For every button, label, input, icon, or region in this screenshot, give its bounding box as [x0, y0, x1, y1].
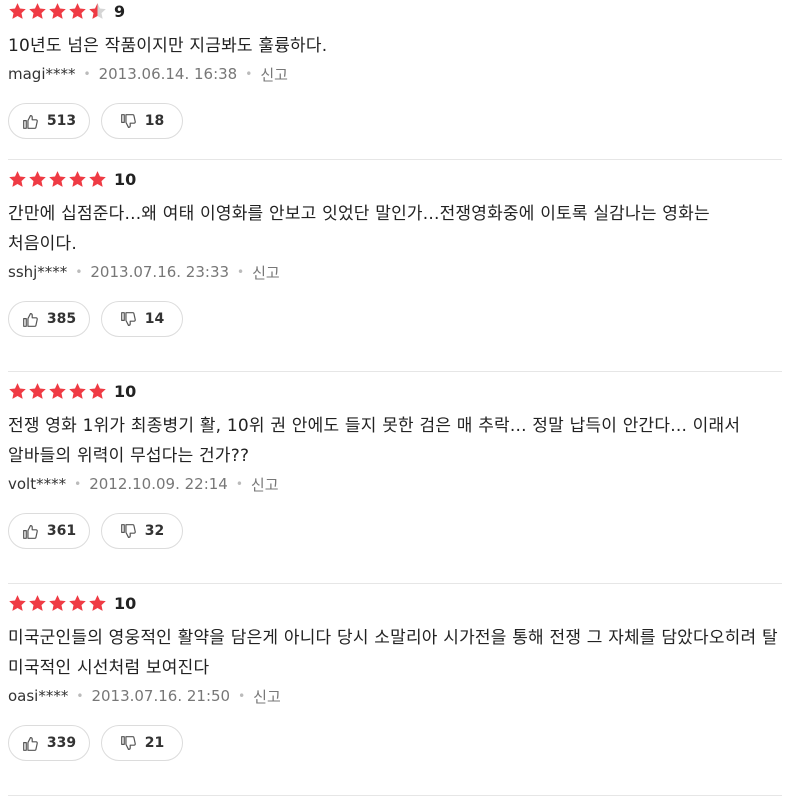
like-button[interactable]: 361 [8, 513, 90, 549]
separator-dot: • [76, 689, 84, 703]
star-icon [89, 382, 106, 399]
report-link[interactable]: 신고 [260, 64, 288, 85]
separator-dot: • [237, 265, 245, 279]
star-rating [8, 382, 108, 401]
like-count: 339 [46, 735, 77, 751]
review-text: 미국군인들의 영웅적인 활약을 담은게 아니다 당시 소말리아 시가전을 통해 … [8, 628, 778, 678]
thumbs-up-icon [22, 524, 38, 539]
star-icon [69, 170, 86, 187]
review-text: 전쟁 영화 1위가 최종병기 활, 10위 권 안에도 들지 못한 검은 매 추… [8, 416, 741, 466]
rating-line: 9 [8, 0, 782, 22]
separator-dot: • [235, 477, 243, 491]
review-meta: magi**** • 2013.06.14. 16:38 • 신고 [8, 61, 782, 87]
review-text: 10년도 넘은 작품이지만 지금봐도 훌륭하다. [8, 36, 328, 56]
review-item: 10 전쟁 영화 1위가 최종병기 활, 10위 권 안에도 들지 못한 검은 … [8, 372, 782, 584]
author-name[interactable]: volt**** [8, 475, 66, 493]
star-rating [8, 594, 108, 613]
thumbs-down-icon [120, 523, 136, 538]
review-list: 9 10년도 넘은 작품이지만 지금봐도 훌륭하다. magi**** • 20… [0, 0, 790, 796]
separator-dot: • [238, 689, 246, 703]
review-date: 2013.06.14. 16:38 [98, 65, 238, 83]
like-button[interactable]: 339 [8, 725, 90, 761]
star-icon [9, 594, 26, 611]
review-meta: oasi**** • 2013.07.16. 21:50 • 신고 [8, 683, 782, 709]
like-button[interactable]: 385 [8, 301, 90, 337]
like-button[interactable]: 513 [8, 103, 90, 139]
star-icon [29, 2, 46, 19]
rating-score: 10 [114, 169, 137, 189]
vote-buttons: 513 18 [8, 103, 782, 139]
like-count: 513 [46, 113, 77, 129]
rating-line: 10 [8, 380, 782, 402]
review-date: 2013.07.16. 21:50 [91, 687, 231, 705]
star-icon [9, 170, 26, 187]
star-icon [49, 170, 66, 187]
review-item: 9 10년도 넘은 작품이지만 지금봐도 훌륭하다. magi**** • 20… [8, 0, 782, 160]
dislike-count: 21 [144, 735, 165, 751]
review-item: 10 미국군인들의 영웅적인 활약을 담은게 아니다 당시 소말리아 시가전을 … [8, 584, 782, 796]
rating-score: 10 [114, 593, 137, 613]
star-rating [8, 170, 108, 189]
report-link[interactable]: 신고 [251, 474, 279, 495]
separator-dot: • [83, 67, 91, 81]
review-item: 10 간만에 십점준다...왜 여태 이영화를 안보고 잇었단 말인가...전쟁… [8, 160, 782, 372]
like-count: 385 [46, 311, 77, 327]
star-icon [69, 382, 86, 399]
star-icon [29, 594, 46, 611]
star-icon [69, 2, 86, 19]
thumbs-down-icon [120, 735, 136, 750]
dislike-button[interactable]: 32 [101, 513, 183, 549]
star-icon [89, 170, 106, 187]
star-icon [89, 594, 106, 611]
star-rating [8, 2, 108, 21]
separator-dot: • [245, 67, 253, 81]
dislike-button[interactable]: 21 [101, 725, 183, 761]
rating-score: 10 [114, 381, 137, 401]
author-name[interactable]: oasi**** [8, 687, 68, 705]
like-count: 361 [46, 523, 77, 539]
thumbs-down-icon [120, 311, 136, 326]
review-meta: volt**** • 2012.10.09. 22:14 • 신고 [8, 471, 782, 497]
author-name[interactable]: sshj**** [8, 263, 67, 281]
thumbs-up-icon [22, 736, 38, 751]
thumbs-up-icon [22, 114, 38, 129]
star-icon [89, 2, 106, 19]
author-name[interactable]: magi**** [8, 65, 76, 83]
report-link[interactable]: 신고 [252, 262, 280, 283]
star-icon [49, 594, 66, 611]
star-icon [9, 2, 26, 19]
star-icon [9, 382, 26, 399]
star-icon [49, 382, 66, 399]
review-text: 간만에 십점준다...왜 여태 이영화를 안보고 잇었단 말인가...전쟁영화중… [8, 204, 710, 254]
rating-line: 10 [8, 592, 782, 614]
rating-line: 10 [8, 168, 782, 190]
dislike-button[interactable]: 14 [101, 301, 183, 337]
thumbs-down-icon [120, 113, 136, 128]
dislike-count: 14 [144, 311, 165, 327]
vote-buttons: 339 21 [8, 725, 782, 761]
vote-buttons: 361 32 [8, 513, 782, 549]
vote-buttons: 385 14 [8, 301, 782, 337]
dislike-count: 18 [144, 113, 165, 129]
star-icon [49, 2, 66, 19]
review-date: 2013.07.16. 23:33 [90, 263, 230, 281]
dislike-count: 32 [144, 523, 165, 539]
star-icon [29, 170, 46, 187]
star-icon [29, 382, 46, 399]
dislike-button[interactable]: 18 [101, 103, 183, 139]
separator-dot: • [75, 265, 83, 279]
report-link[interactable]: 신고 [253, 686, 281, 707]
thumbs-up-icon [22, 312, 38, 327]
review-date: 2012.10.09. 22:14 [89, 475, 228, 493]
review-meta: sshj**** • 2013.07.16. 23:33 • 신고 [8, 259, 782, 285]
rating-score: 9 [114, 1, 126, 21]
separator-dot: • [74, 477, 82, 491]
star-icon [69, 594, 86, 611]
